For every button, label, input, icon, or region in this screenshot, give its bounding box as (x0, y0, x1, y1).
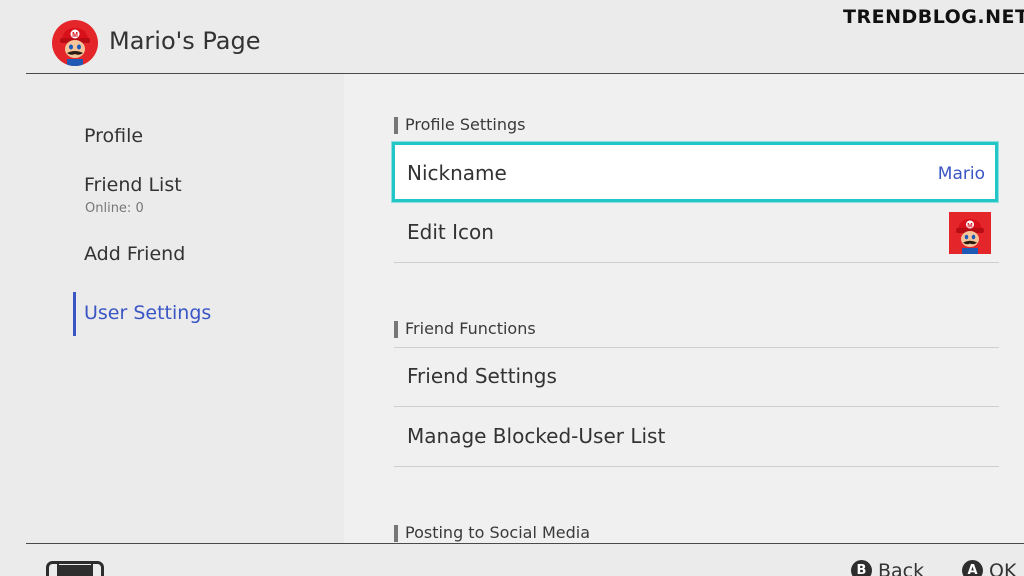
active-indicator (73, 292, 76, 336)
section-social-media: Posting to Social Media (394, 523, 590, 542)
b-button-icon: B (851, 560, 872, 576)
footer-divider (26, 543, 1024, 544)
row-divider (394, 466, 999, 467)
online-count: Online: 0 (85, 201, 144, 216)
ok-label: OK (989, 560, 1017, 576)
back-button[interactable]: B Back (851, 560, 924, 576)
back-label: Back (878, 560, 925, 576)
nickname-value: Mario (937, 164, 985, 184)
svg-text:M: M (72, 32, 78, 39)
ok-button[interactable]: A OK (962, 560, 1016, 576)
blocked-list-label: Manage Blocked-User List (407, 424, 666, 448)
a-button-icon: A (962, 560, 983, 576)
edit-icon-label: Edit Icon (407, 220, 494, 244)
section-friend-functions: Friend Functions (394, 319, 536, 338)
mario-avatar-icon: M (52, 20, 98, 66)
row-divider (394, 406, 999, 407)
sidebar-item-add-friend[interactable]: Add Friend (84, 243, 185, 265)
watermark: TRENDBLOG.NET (843, 6, 1024, 28)
svg-text:M: M (967, 223, 972, 230)
nickname-row[interactable]: Nickname Mario (392, 142, 998, 202)
row-divider (394, 262, 999, 263)
page-title: Mario's Page (109, 27, 261, 55)
friend-settings-label: Friend Settings (407, 364, 557, 388)
sidebar-item-user-settings[interactable]: User Settings (84, 302, 211, 324)
switch-console-icon (46, 561, 104, 576)
blocked-list-row[interactable]: Manage Blocked-User List (394, 408, 999, 466)
sidebar-item-friend-list[interactable]: Friend List (84, 174, 182, 196)
edit-icon-row[interactable]: Edit Icon (394, 204, 999, 262)
friend-settings-row[interactable]: Friend Settings (394, 348, 999, 406)
nickname-label: Nickname (407, 161, 507, 185)
sidebar-item-profile[interactable]: Profile (84, 125, 143, 147)
mario-icon-thumbnail: M (949, 212, 991, 254)
section-profile-settings: Profile Settings (394, 115, 525, 134)
